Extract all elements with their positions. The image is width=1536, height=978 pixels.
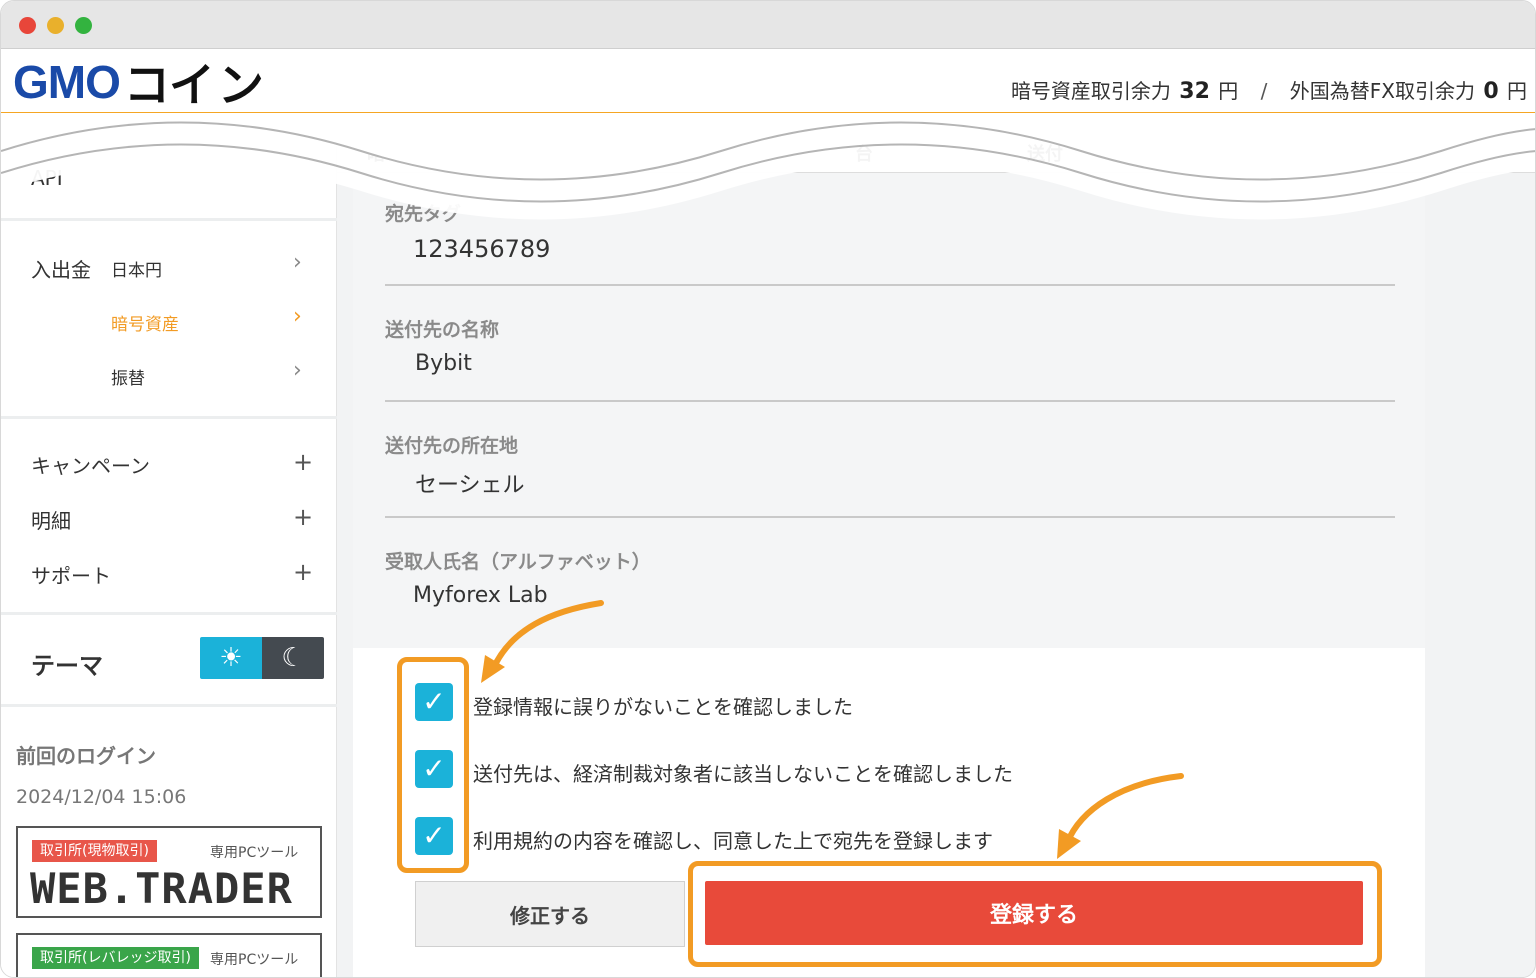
chevron-right-icon[interactable]: › <box>293 304 302 329</box>
webtrader-leverage-banner[interactable]: 取引所(レバレッジ取引) 専用PCツール <box>16 933 322 977</box>
browser-window: GMO コイ ン 暗号資産取引余力 32 円 / 外国為替FX取引余力 0 円 … <box>0 0 1536 978</box>
sidebar-item-api[interactable]: API <box>31 166 63 190</box>
maximize-window-icon[interactable] <box>75 17 92 34</box>
field-divider <box>385 516 1395 518</box>
field-label-recipient-name: 送付先の名称 <box>385 319 500 341</box>
crypto-balance-unit: 円 <box>1218 79 1239 103</box>
field-label-receiver-alphabet: 受取人氏名（アルファベット） <box>385 551 651 573</box>
logo-gmo-text: GMO <box>13 56 121 108</box>
theme-toggle[interactable]: ☀ ☾ <box>200 637 324 679</box>
sidebar-sub-crypto[interactable]: 暗号資産 <box>111 310 179 335</box>
sidebar: API 入出金 日本円 › 暗号資産 › 振替 › キャンペーン + 明細 + … <box>1 118 337 977</box>
sidebar-item-statement[interactable]: 明細 <box>31 505 71 534</box>
banner-tag: 取引所(レバレッジ取引) <box>32 947 199 969</box>
chevron-right-icon[interactable]: › <box>293 250 302 275</box>
confirm-info-text: 登録情報に誤りがないことを確認しました <box>473 695 853 719</box>
sidebar-divider <box>1 704 337 707</box>
expand-plus-icon[interactable]: + <box>293 503 313 531</box>
sidebar-item-support[interactable]: サポート <box>31 560 111 589</box>
logo-coin-tail: ン <box>217 59 264 111</box>
sidebar-item-campaign[interactable]: キャンペーン <box>31 450 150 479</box>
minimize-window-icon[interactable] <box>47 17 64 34</box>
sidebar-sub-transfer[interactable]: 振替 <box>111 364 145 389</box>
fx-balance-value: 0 <box>1483 79 1499 104</box>
field-value-receiver-alphabet: Myforex Lab <box>413 583 548 608</box>
logo-coin-text: コイ <box>123 59 215 111</box>
tab-strip-partial: 暗 台 送付 <box>337 118 1535 173</box>
fx-balance-unit: 円 <box>1507 79 1527 103</box>
checkbox-highlight-frame <box>397 657 469 873</box>
sidebar-sub-jpy[interactable]: 日本円 <box>111 256 162 281</box>
tab-fragment[interactable]: 暗 <box>367 140 385 166</box>
banner-tag: 取引所(現物取引) <box>32 840 157 862</box>
last-login-label: 前回のログイン <box>16 744 156 768</box>
sidebar-divider <box>1 218 337 221</box>
sun-icon[interactable]: ☀ <box>200 637 262 679</box>
banner-pc-tool: 専用PCツール <box>210 845 299 861</box>
crypto-balance-value: 32 <box>1179 79 1210 104</box>
tab-fragment[interactable]: 台 <box>855 140 873 166</box>
expand-plus-icon[interactable]: + <box>293 448 313 476</box>
field-label-recipient-location: 送付先の所在地 <box>385 435 519 457</box>
field-value-destination-tag: 123456789 <box>413 235 551 263</box>
field-divider <box>385 284 1395 286</box>
sidebar-item-deposit: 入出金 <box>31 258 91 282</box>
banner-title: WEB.TRADER <box>30 864 293 913</box>
banner-pc-tool: 専用PCツール <box>210 952 299 968</box>
expand-plus-icon[interactable]: + <box>293 558 313 586</box>
balance-separator: / <box>1260 79 1268 103</box>
window-titlebar <box>1 1 1535 49</box>
field-label-destination-tag: 宛先タグ <box>385 203 462 225</box>
fix-button[interactable]: 修正する <box>415 881 685 947</box>
theme-label: テーマ <box>31 652 103 680</box>
gmo-coin-logo[interactable]: GMO コイ ン <box>13 56 264 111</box>
last-login-time: 2024/12/04 15:06 <box>16 786 187 808</box>
confirm-sanction-text: 送付先は、経済制裁対象者に該当しないことを確認しました <box>473 762 1013 786</box>
field-divider <box>385 400 1395 402</box>
trading-balances: 暗号資産取引余力 32 円 / 外国為替FX取引余力 0 円 <box>1011 75 1527 104</box>
agree-terms-text: 利用規約の内容を確認し、同意した上で宛先を登録します <box>473 829 993 853</box>
field-value-recipient-location: セーシェル <box>415 473 525 498</box>
webtrader-spot-banner[interactable]: 取引所(現物取引) 専用PCツール WEB.TRADER <box>16 826 322 918</box>
fx-balance-label: 外国為替FX取引余力 <box>1289 79 1475 103</box>
crypto-balance-label: 暗号資産取引余力 <box>1010 79 1171 103</box>
tab-fragment[interactable]: 送付 <box>1027 140 1063 166</box>
sidebar-divider <box>1 612 337 615</box>
register-highlight-frame <box>688 861 1382 967</box>
chevron-right-icon[interactable]: › <box>293 358 302 383</box>
close-window-icon[interactable] <box>19 17 36 34</box>
field-value-recipient-name: Bybit <box>415 351 472 376</box>
moon-icon[interactable]: ☾ <box>262 637 324 679</box>
site-header: GMO コイ ン 暗号資産取引余力 32 円 / 外国為替FX取引余力 0 円 <box>1 49 1535 115</box>
sidebar-divider <box>1 416 337 419</box>
